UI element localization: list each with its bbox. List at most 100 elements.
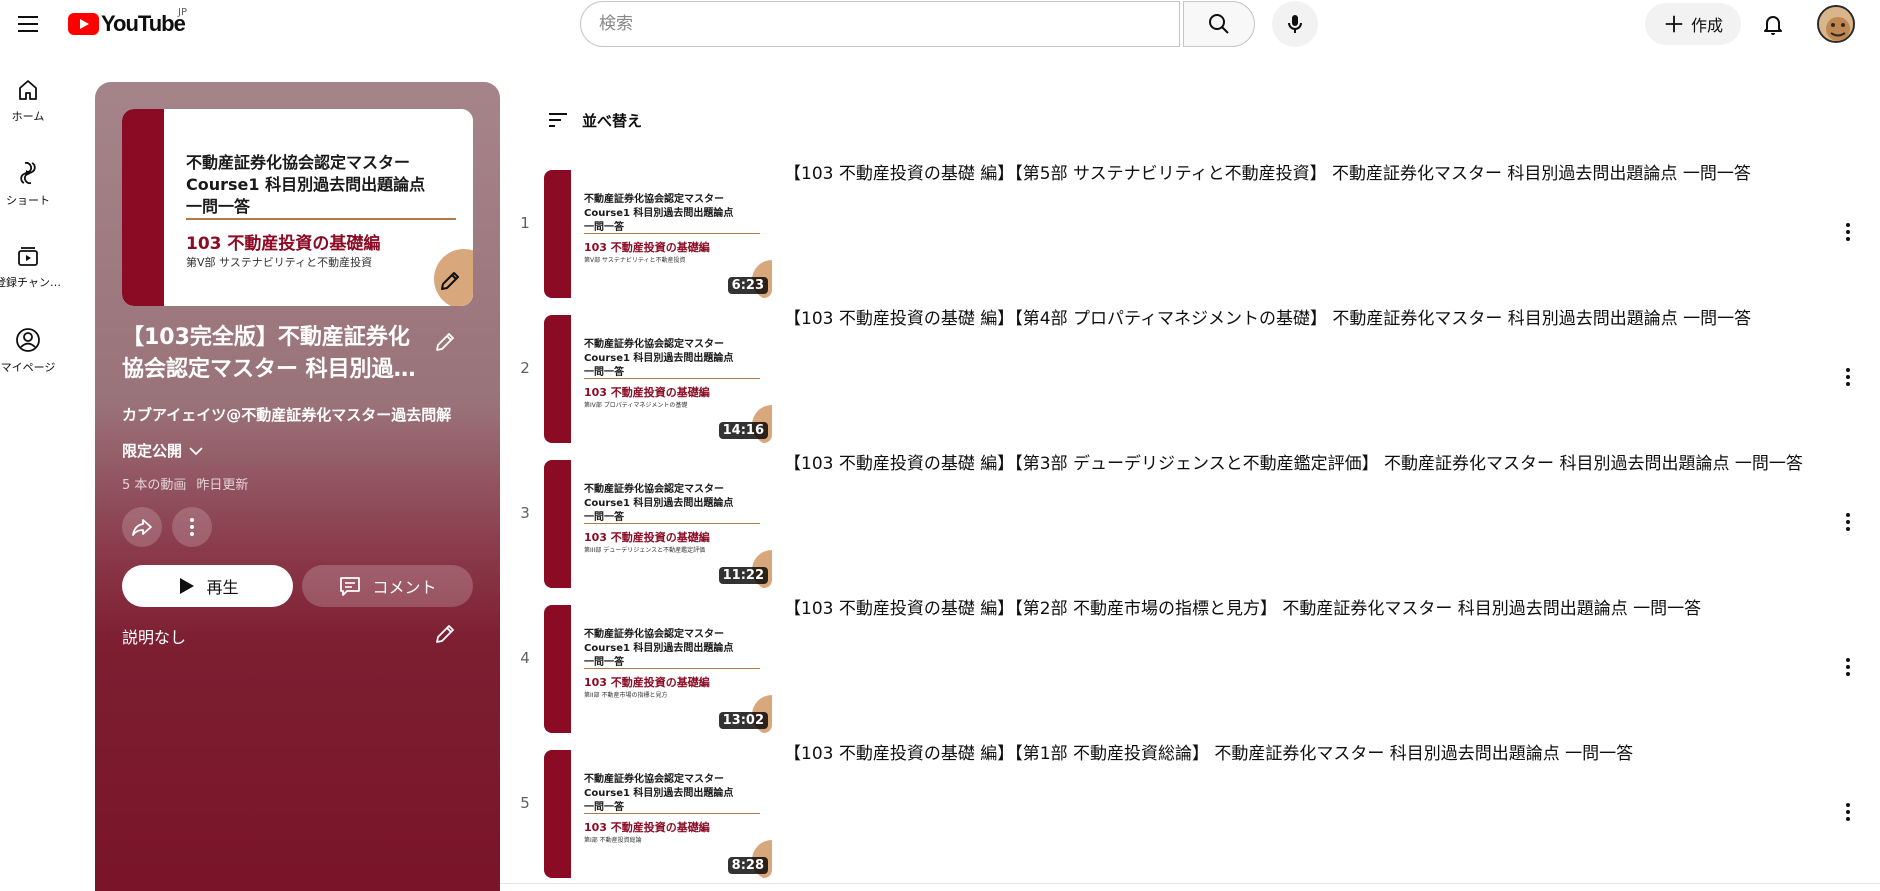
video-title[interactable]: 【103 不動産投資の基礎 編】【第4部 プロパティマネジメントの基礎】 不動産… xyxy=(784,307,1816,331)
playlist-video-row[interactable]: 3 不動産証券化協会認定マスター Course1 科目別過去問出題論点 一問一答… xyxy=(512,452,1880,594)
more-vert-icon xyxy=(1846,223,1850,241)
shorts-icon xyxy=(20,162,36,184)
sort-button[interactable]: 並べ替え xyxy=(546,108,642,132)
playlist-title: 【103完全版】不動産証券化協会認定マスター 科目別過… xyxy=(122,325,416,382)
thumbnail-line: Course1 科目別過去問出題論点 xyxy=(584,498,734,509)
playlist-thumbnail[interactable]: 不動産証券化協会認定マスター Course1 科目別過去問出題論点 一問一答 1… xyxy=(122,109,473,306)
share-button[interactable] xyxy=(122,507,162,547)
video-menu-button[interactable] xyxy=(1828,212,1868,252)
comment-icon xyxy=(340,577,361,596)
search-button[interactable] xyxy=(1183,1,1255,47)
notifications-button[interactable] xyxy=(1755,6,1791,42)
video-thumbnail[interactable]: 不動産証券化協会認定マスター Course1 科目別過去問出題論点 一問一答 1… xyxy=(544,460,772,588)
search-input[interactable] xyxy=(599,14,1179,34)
thumbnail-rule xyxy=(584,668,760,669)
video-duration: 6:23 xyxy=(727,277,768,294)
guide-item-you[interactable]: マイページ xyxy=(0,327,56,375)
playlist-video-row[interactable]: 5 不動産証券化協会認定マスター Course1 科目別過去問出題論点 一問一答… xyxy=(512,742,1880,884)
subscriptions-icon xyxy=(18,247,38,266)
more-actions-button[interactable] xyxy=(172,507,212,547)
privacy-label: 限定公開 xyxy=(122,442,183,460)
guide-item-home[interactable]: ホーム xyxy=(0,78,56,124)
guide-label: ホーム xyxy=(11,110,45,123)
video-title[interactable]: 【103 不動産投資の基礎 編】【第5部 サステナビリティと不動産投資】 不動産… xyxy=(784,162,1816,186)
comment-button[interactable]: コメント xyxy=(302,565,473,607)
edit-thumbnail-icon[interactable] xyxy=(438,269,462,293)
thumbnail-art: 不動産証券化協会認定マスター Course1 科目別過去問出題論点 一問一答 1… xyxy=(122,109,473,306)
bell-icon xyxy=(1764,16,1782,35)
youtube-logo[interactable]: YouTube xyxy=(68,11,186,37)
video-menu-button[interactable] xyxy=(1828,792,1868,832)
region-code: JP xyxy=(178,7,187,18)
video-thumbnail[interactable]: 不動産証券化協会認定マスター Course1 科目別過去問出題論点 一問一答 1… xyxy=(544,605,772,733)
thumbnail-line: Course1 科目別過去問出題論点 xyxy=(584,643,734,654)
thumbnail-accent-bar xyxy=(544,750,571,878)
video-duration: 13:02 xyxy=(718,712,768,729)
thumbnail-sub: 第V部 サステナビリティと不動産投資 xyxy=(584,257,686,264)
video-index: 4 xyxy=(520,649,530,667)
video-index: 1 xyxy=(520,214,530,232)
thumbnail-sub: 第V部 サステナビリティと不動産投資 xyxy=(186,256,373,269)
thumbnail-line: 不動産証券化協会認定マスター xyxy=(584,774,724,785)
more-vert-icon xyxy=(1846,368,1850,386)
thumbnail-line: 一問一答 xyxy=(584,367,624,378)
playlist-stats: 5 本の動画 昨日更新 xyxy=(122,474,248,493)
create-label: 作成 xyxy=(1690,16,1723,35)
sort-icon xyxy=(549,113,567,127)
play-all-button[interactable]: 再生 xyxy=(122,565,293,607)
home-icon xyxy=(19,80,37,100)
thumbnail-line: 不動産証券化協会認定マスター xyxy=(584,194,724,205)
video-count: 5 本の動画 xyxy=(122,478,187,493)
logo-text: YouTube xyxy=(101,11,186,36)
video-duration: 14:16 xyxy=(718,422,768,439)
thumbnail-rule xyxy=(186,218,456,220)
video-index: 5 xyxy=(520,794,530,812)
playlist-video-row[interactable]: 2 不動産証券化協会認定マスター Course1 科目別過去問出題論点 一問一答… xyxy=(512,307,1880,449)
video-title[interactable]: 【103 不動産投資の基礎 編】【第1部 不動産投資総論】 不動産証券化マスター… xyxy=(784,742,1816,766)
thumbnail-heading: 103 不動産投資の基礎編 xyxy=(584,821,710,834)
pencil-icon xyxy=(436,333,454,351)
thumbnail-rule xyxy=(584,378,760,379)
more-vert-icon xyxy=(1846,513,1850,531)
masthead: YouTube JP 作成 xyxy=(0,0,1880,48)
guide-label: 登録チャン… xyxy=(0,276,61,289)
video-title[interactable]: 【103 不動産投資の基礎 編】【第3部 デューデリジェンスと不動産鑑定評価】 … xyxy=(784,452,1816,476)
guide-item-shorts[interactable]: ショート xyxy=(0,160,56,208)
video-menu-button[interactable] xyxy=(1828,357,1868,397)
divider xyxy=(500,883,1880,884)
edit-title-button[interactable] xyxy=(433,330,457,358)
more-vert-icon xyxy=(1846,658,1850,676)
thumbnail-line: 一問一答 xyxy=(584,657,624,668)
playlist-video-row[interactable]: 1 不動産証券化協会認定マスター Course1 科目別過去問出題論点 一問一答… xyxy=(512,162,1880,304)
thumbnail-line: 一問一答 xyxy=(584,512,624,523)
last-updated: 昨日更新 xyxy=(196,478,249,493)
guide-item-subscriptions[interactable]: 登録チャン… xyxy=(0,244,61,290)
video-title[interactable]: 【103 不動産投資の基礎 編】【第2部 不動産市場の指標と見方】 不動産証券化… xyxy=(784,597,1816,621)
more-vert-icon xyxy=(190,518,194,536)
comment-label: コメント xyxy=(372,578,437,597)
video-thumbnail[interactable]: 不動産証券化協会認定マスター Course1 科目別過去問出題論点 一問一答 1… xyxy=(544,750,772,878)
thumbnail-sub: 第I部 不動産投資総論 xyxy=(584,837,642,844)
search-icon xyxy=(1209,14,1229,34)
avatar[interactable] xyxy=(1817,5,1855,43)
thumbnail-accent-bar xyxy=(544,315,571,443)
more-vert-icon xyxy=(1846,803,1850,821)
menu-icon[interactable] xyxy=(12,8,44,40)
voice-search-button[interactable] xyxy=(1272,1,1318,47)
video-thumbnail[interactable]: 不動産証券化協会認定マスター Course1 科目別過去問出題論点 一問一答 1… xyxy=(544,315,772,443)
you-icon xyxy=(16,328,40,352)
video-menu-button[interactable] xyxy=(1828,502,1868,542)
video-menu-button[interactable] xyxy=(1828,647,1868,687)
video-thumbnail[interactable]: 不動産証券化協会認定マスター Course1 科目別過去問出題論点 一問一答 1… xyxy=(544,170,772,298)
create-button[interactable]: 作成 xyxy=(1645,3,1741,45)
thumbnail-accent-bar xyxy=(544,170,571,298)
thumbnail-accent-bar xyxy=(544,460,571,588)
play-label: 再生 xyxy=(206,578,239,597)
thumbnail-sub: 第III部 デューデリジェンスと不動産鑑定評価 xyxy=(584,547,706,554)
thumbnail-line: 不動産証券化協会認定マスター xyxy=(584,484,724,495)
channel-name[interactable]: カブアイェイツ@不動産証券化マスター過去問解 xyxy=(122,404,477,425)
privacy-dropdown[interactable]: 限定公開 xyxy=(122,440,204,461)
edit-description-button[interactable] xyxy=(433,622,457,650)
playlist-video-row[interactable]: 4 不動産証券化協会認定マスター Course1 科目別過去問出題論点 一問一答… xyxy=(512,597,1880,739)
playlist-description: 説明なし xyxy=(122,628,187,647)
